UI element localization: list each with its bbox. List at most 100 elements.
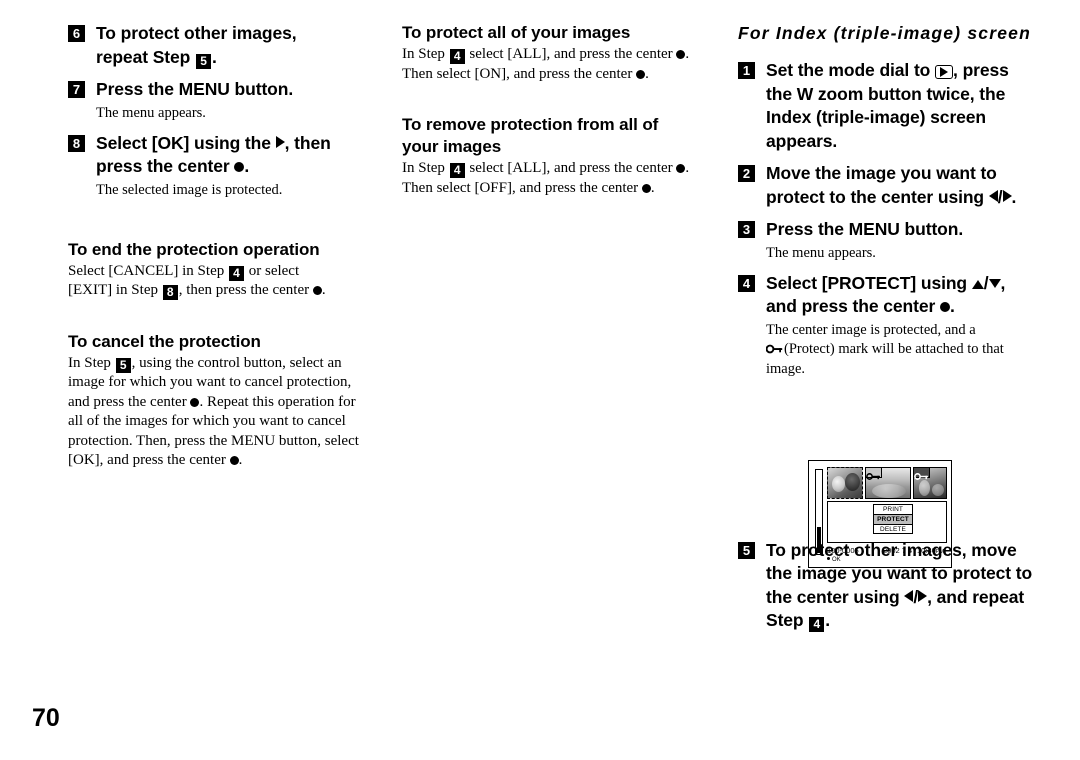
step-badge: 3 [738,221,755,238]
step-ref-badge: 5 [115,357,131,373]
triangle-right-icon [275,135,285,148]
step-badge: 2 [738,165,755,182]
lcd-protect-badge-right [913,467,930,480]
triangle-right-icon [940,67,949,77]
section-end-protection-heading: To end the protection operation [68,239,320,259]
step-ref-badge: 4 [228,265,244,281]
title-a: Select [PROTECT] using [766,272,968,293]
circle-dot-icon [636,69,646,79]
step-8-title-a: Select [OK] using the [96,132,271,153]
protect-key-icon [866,473,880,480]
step-7: 7 Press the MENU button. The menu appear… [68,78,368,123]
lcd-protect-badge-center [865,467,882,480]
lcd-thumbnail-row [827,467,947,499]
section-remove-protection-all-heading: To remove protection from all of your im… [402,115,659,156]
section-protect-all-body: In Step 4 select [ALL], and press the ce… [402,45,697,84]
step-8-title: Select [OK] using the , then press the c… [96,132,368,179]
lcd-menu-item-protect[interactable]: PROTECT [873,514,913,524]
body-a: In Step [402,46,445,62]
circle-dot-icon [312,286,322,295]
section-cancel-protection-heading: To cancel the protection [68,331,261,351]
body-d: , then press the center [178,282,310,298]
note-a: The center image is protected, and a [766,321,976,338]
section-end-protection: To end the protection operation Select [… [68,239,368,301]
body-a: Select [CANCEL] in Step [68,262,225,279]
title-a: Move the image you want to protect to th… [766,163,997,207]
body-d: . [650,179,655,196]
triangle-right-icon [1002,189,1012,202]
title-d: . [949,296,955,316]
triangle-left-icon [988,189,998,202]
step-6-title: To protect other images, repeat Step 5. [96,22,368,69]
step-ref-badge: 4 [449,163,465,178]
body-c: [EXIT] in Step [68,282,158,298]
thumb-scene-shape [932,484,944,496]
section-cancel-protection-body: In Step 5, using the control button, sel… [68,354,368,471]
step-ref-badge: 8 [162,285,178,300]
title-c: and press the center [766,296,936,316]
lcd-menu: PRINT PROTECT DELETE [873,504,913,534]
mode-dial-playback-icon [935,65,954,79]
step-7-note: The menu appears. [96,104,206,121]
manual-page: 6 To protect other images, repeat Step 5… [0,0,1080,760]
body-b: select [ALL], and press the center [469,160,673,176]
step-badge: 7 [68,81,85,98]
body-d: . [645,65,649,82]
index-step-1-title: Set the mode dial to , press the W zoom … [766,59,1038,153]
triangle-up-icon [971,279,984,289]
step-ref-badge: 4 [449,49,465,64]
step-8-title-d: . [244,156,250,176]
index-step-3-note: The menu appears. [766,244,876,261]
section-protect-all: To protect all of your images In Step 4 … [402,22,697,84]
thumb-face-shape [845,473,860,491]
index-step-4: 4 Select [PROTECT] using /, and press th… [738,272,1038,379]
column-3: For Index (triple-image) screen 1 Set th… [738,22,1038,642]
circle-dot-icon [234,162,245,172]
section-remove-protection-all-body: In Step 4 select [ALL], and press the ce… [402,159,697,198]
note-b: (Protect) mark will be attached to that … [766,340,1004,377]
step-badge: 5 [738,541,755,559]
step-8-note: The selected image is protected. [96,181,283,198]
step-badge: 8 [68,134,85,152]
body-b: or select [248,262,300,279]
body-b: select [ALL], and press the center [469,46,673,62]
page-number: 70 [32,704,60,732]
step-6-title-end: . [211,46,217,67]
step-7-title: Press the MENU button. [96,79,294,99]
lcd-menu-item-print[interactable]: PRINT [873,504,913,514]
lcd-main-frame: PRINT PROTECT DELETE [827,501,947,543]
thumb-face-shape [832,476,845,492]
step-badge: 4 [738,274,755,292]
title-b: . [1011,186,1017,207]
triangle-down-icon [988,278,1001,288]
index-step-5-title: To protect other images, move the image … [766,539,1038,633]
section-remove-protection-all: To remove protection from all of your im… [402,114,697,198]
step-6-title-line1: To protect other images, [96,23,297,43]
title-a: Set the mode dial to [766,60,931,80]
step-ref-badge: 4 [809,617,825,632]
circle-dot-icon [939,302,950,312]
index-step-3-title: Press the MENU button. [766,219,964,239]
circle-dot-icon [641,183,651,193]
index-step-2-title: Move the image you want to protect to th… [766,162,1038,209]
index-step-2: 2 Move the image you want to protect to … [738,162,1038,209]
column-2: To protect all of your images In Step 4 … [402,22,697,198]
body-a: In Step [402,160,445,176]
step-6: 6 To protect other images, repeat Step 5… [68,22,368,69]
triangle-right-icon [918,589,928,602]
thumb-scene-shape [919,480,930,496]
step-8-title-c: press the center [96,156,230,176]
section-end-protection-body: Select [CANCEL] in Step 4 or select [EXI… [68,262,368,301]
protect-key-icon [914,473,928,480]
index-step-3: 3 Press the MENU button. The menu appear… [738,218,1038,263]
step-badge: 6 [68,25,85,42]
body-e: . [321,282,326,298]
lcd-menu-item-delete[interactable]: DELETE [873,524,913,534]
step-6-title-line2: repeat Step [96,46,191,67]
title-b: , [1000,272,1006,293]
protect-key-icon [765,341,783,360]
thumb-scene-shape [872,484,906,498]
